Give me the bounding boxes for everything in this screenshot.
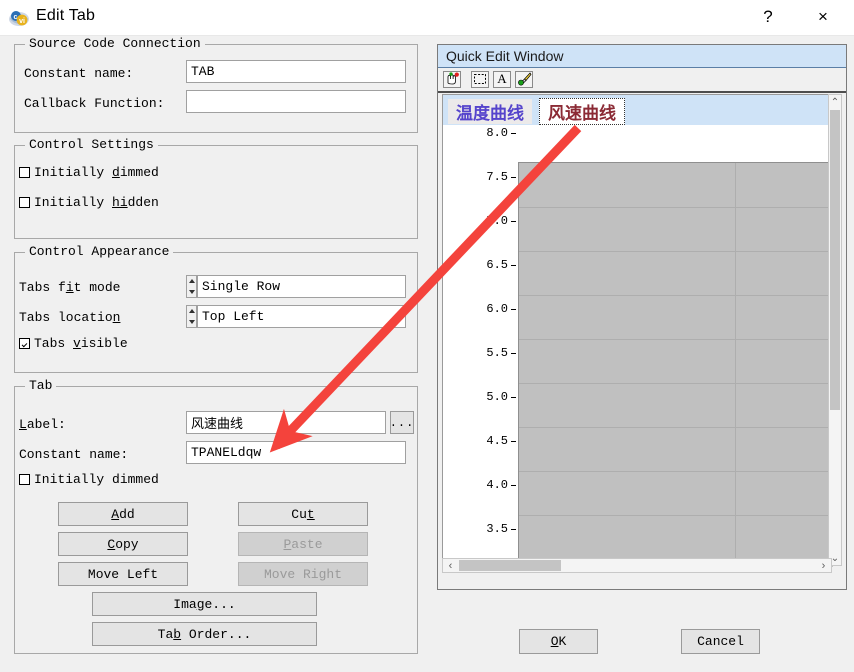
- preview-horizontal-scrollbar[interactable]: ‹ ›: [442, 558, 832, 573]
- y-tick-label: 7.5: [486, 170, 508, 184]
- tabs-location-value[interactable]: Top Left: [197, 305, 406, 328]
- svg-text:vi: vi: [19, 18, 25, 25]
- horizontal-scroll-thumb[interactable]: [459, 560, 561, 571]
- y-tick-label: 4.0: [486, 478, 508, 492]
- select-rectangle-icon[interactable]: [471, 70, 489, 88]
- title-bar: c vi Edit Tab ? ×: [0, 0, 854, 36]
- spinner-up[interactable]: [187, 306, 196, 317]
- tab-constant-name-input[interactable]: TPANELdqw: [186, 441, 406, 464]
- y-tick-label: 7.0: [486, 214, 508, 228]
- text-tool-icon[interactable]: A: [493, 70, 511, 88]
- tab-order-button[interactable]: Tab Order...: [92, 622, 317, 646]
- y-tick-label: 4.5: [486, 434, 508, 448]
- preview-tab-wendu[interactable]: 温度曲线: [447, 98, 533, 125]
- y-tick-label: 5.0: [486, 390, 508, 404]
- group-source-code-connection: Source Code Connection: [14, 36, 418, 133]
- checkbox-box: [19, 197, 30, 208]
- tab-constant-name-label: Constant name:: [19, 447, 129, 462]
- tab-label-browse-button[interactable]: ...: [390, 411, 414, 434]
- callback-function-input[interactable]: [186, 90, 406, 113]
- tabs-fit-mode-label: Tabs fit mode: [19, 280, 121, 295]
- paste-button[interactable]: Paste: [238, 532, 368, 556]
- tabs-fit-mode-spinner[interactable]: [186, 275, 197, 298]
- quick-edit-canvas: 温度曲线 风速曲线 8.0 7.5 7.0 6.5 6.0 5.5 5.0 4.…: [442, 94, 833, 567]
- checkbox-tabs-visible-label: Tabs visible: [34, 336, 128, 351]
- y-tick-label: 3.5: [486, 522, 508, 536]
- move-right-button[interactable]: Move Right: [238, 562, 368, 586]
- tab-label-input[interactable]: 风速曲线: [186, 411, 386, 434]
- checkbox-initially-hidden[interactable]: Initially hidden: [19, 195, 159, 210]
- checkbox-tab-initially-dimmed-label: Initially dimmed: [34, 472, 159, 487]
- quick-edit-toolbar-divider: [438, 91, 846, 93]
- checkbox-tab-initially-dimmed[interactable]: Initially dimmed: [19, 472, 159, 487]
- paintbrush-icon[interactable]: [515, 70, 533, 88]
- checkbox-initially-hidden-label: Initially hidden: [34, 195, 159, 210]
- preview-tab-strip: 温度曲线 风速曲线: [443, 95, 833, 125]
- tabs-location-label: Tabs location: [19, 310, 121, 325]
- checkbox-box: [19, 338, 30, 349]
- checkbox-tabs-visible[interactable]: Tabs visible: [19, 336, 128, 351]
- spinner-up[interactable]: [187, 276, 196, 287]
- checkbox-box: [19, 474, 30, 485]
- group-control-appearance-title: Control Appearance: [25, 244, 174, 259]
- quick-edit-window: Quick Edit Window A 温度曲线 风速曲线 8.0 7.5 7.…: [437, 44, 847, 590]
- scroll-left-icon[interactable]: ‹: [443, 559, 458, 572]
- tabs-fit-mode-value[interactable]: Single Row: [197, 275, 406, 298]
- scroll-right-icon[interactable]: ›: [816, 559, 831, 572]
- y-tick-label: 8.0: [486, 126, 508, 140]
- constant-name-label: Constant name:: [24, 66, 134, 81]
- spinner-down[interactable]: [187, 287, 196, 298]
- settings-panel: Source Code Connection Constant name: TA…: [0, 36, 430, 672]
- move-left-button[interactable]: Move Left: [58, 562, 188, 586]
- quick-edit-window-title: Quick Edit Window: [438, 45, 846, 67]
- copy-button[interactable]: Copy: [58, 532, 188, 556]
- checkbox-initially-dimmed[interactable]: Initially dimmed: [19, 165, 159, 180]
- preview-tab-fengsu[interactable]: 风速曲线: [539, 98, 625, 125]
- pointer-hand-icon[interactable]: [443, 70, 461, 88]
- chart-plot-area: [518, 162, 833, 567]
- tabs-location-spinner[interactable]: [186, 305, 197, 328]
- group-control-settings-title: Control Settings: [25, 137, 158, 152]
- vertical-scroll-thumb[interactable]: [830, 110, 840, 410]
- cancel-button[interactable]: Cancel: [681, 629, 760, 654]
- quick-edit-toolbar: A: [438, 68, 846, 90]
- cvi-app-icon: c vi: [8, 7, 30, 29]
- edit-tab-dialog: c vi Edit Tab ? × Source Code Connection…: [0, 0, 854, 672]
- cut-button[interactable]: Cut: [238, 502, 368, 526]
- help-button[interactable]: ?: [745, 0, 791, 34]
- scroll-up-icon[interactable]: ⌃: [829, 95, 841, 109]
- group-tab-title: Tab: [25, 378, 57, 393]
- preview-vertical-scrollbar[interactable]: ⌃ ⌄: [828, 94, 842, 566]
- ok-button[interactable]: OK: [519, 629, 598, 654]
- group-control-settings: Control Settings: [14, 137, 418, 239]
- preview-panel-body: 8.0 7.5 7.0 6.5 6.0 5.5 5.0 4.5 4.0 3.5: [443, 125, 833, 567]
- chart-y-axis: 8.0 7.5 7.0 6.5 6.0 5.5 5.0 4.5 4.0 3.5: [443, 125, 518, 567]
- tab-label-label: Label:: [19, 417, 66, 432]
- add-button[interactable]: Add: [58, 502, 188, 526]
- spinner-down[interactable]: [187, 317, 196, 328]
- checkbox-initially-dimmed-label: Initially dimmed: [34, 165, 159, 180]
- y-tick-label: 6.0: [486, 302, 508, 316]
- group-source-code-connection-title: Source Code Connection: [25, 36, 205, 51]
- y-tick-label: 6.5: [486, 258, 508, 272]
- svg-text:c: c: [14, 14, 18, 21]
- y-tick-label: 5.5: [486, 346, 508, 360]
- checkbox-box: [19, 167, 30, 178]
- constant-name-input[interactable]: TAB: [186, 60, 406, 83]
- callback-function-label: Callback Function:: [24, 96, 165, 111]
- image-button[interactable]: Image...: [92, 592, 317, 616]
- close-button[interactable]: ×: [800, 0, 846, 34]
- window-title: Edit Tab: [36, 7, 96, 24]
